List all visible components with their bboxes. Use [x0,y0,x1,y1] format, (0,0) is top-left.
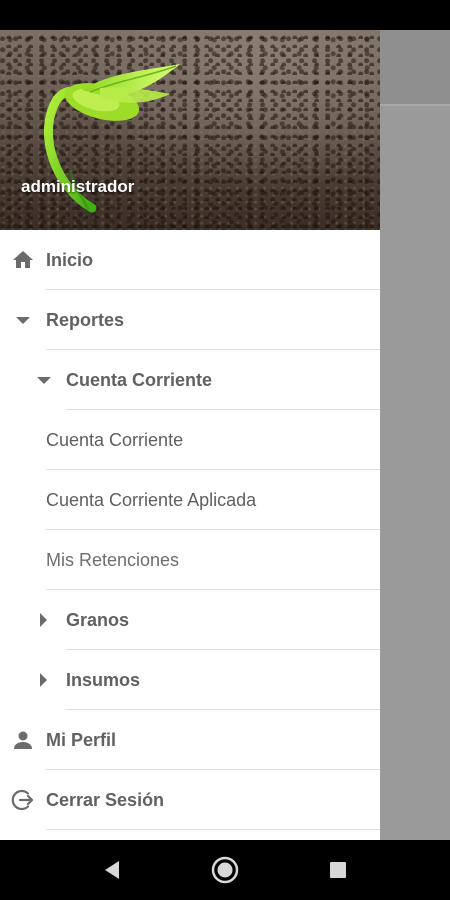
menu-item-label: Insumos [66,670,141,690]
menu-item-granos[interactable]: Granos [0,590,380,650]
menu-item-cuenta-corriente-aplicada[interactable]: Cuenta Corriente Aplicada [0,470,380,530]
back-icon[interactable] [97,855,127,885]
menu-item-label: Cerrar Sesión [46,790,165,810]
menu-item-mis-retenciones[interactable]: Mis Retenciones [0,530,380,590]
drawer-header: administrador [0,30,380,230]
menu-item-cerrar-sesion[interactable]: Cerrar Sesión [0,770,380,830]
menu-item-insumos[interactable]: Insumos [0,650,380,710]
menu-item-label: Cuenta Corriente [66,370,213,390]
caret-right-icon [35,590,51,650]
menu-item-cuenta-corriente-group[interactable]: Cuenta Corriente [0,350,380,410]
menu-item-label: Granos [66,610,130,630]
drawer-menu: Inicio Reportes Cuenta Corriente Cuenta … [0,230,380,830]
person-icon [10,710,36,770]
app-toolbar [380,30,450,106]
logout-icon [10,770,36,830]
menu-item-cuenta-corriente[interactable]: Cuenta Corriente [0,410,380,470]
menu-item-label: Inicio [46,250,94,270]
navigation-drawer: administrador Inicio Reportes Cuenta Cor… [0,30,380,840]
menu-item-label: Mis Retenciones [46,550,180,570]
user-name: administrador [21,177,135,196]
caret-down-icon [33,350,55,410]
divider [46,829,380,830]
status-bar [0,0,450,30]
caret-right-icon [35,650,51,710]
home-circle-icon[interactable] [210,855,240,885]
home-icon [10,230,36,290]
system-navigation-bar [0,840,450,900]
dimmed-app-content[interactable] [380,30,450,840]
menu-item-label: Reportes [46,310,125,330]
menu-item-inicio[interactable]: Inicio [0,230,380,290]
caret-down-icon [12,290,34,350]
menu-item-label: Cuenta Corriente Aplicada [46,490,257,510]
menu-item-reportes[interactable]: Reportes [0,290,380,350]
menu-item-label: Mi Perfil [46,730,117,750]
menu-item-label: Cuenta Corriente [46,430,184,450]
menu-item-mi-perfil[interactable]: Mi Perfil [0,710,380,770]
recents-icon[interactable] [323,855,353,885]
